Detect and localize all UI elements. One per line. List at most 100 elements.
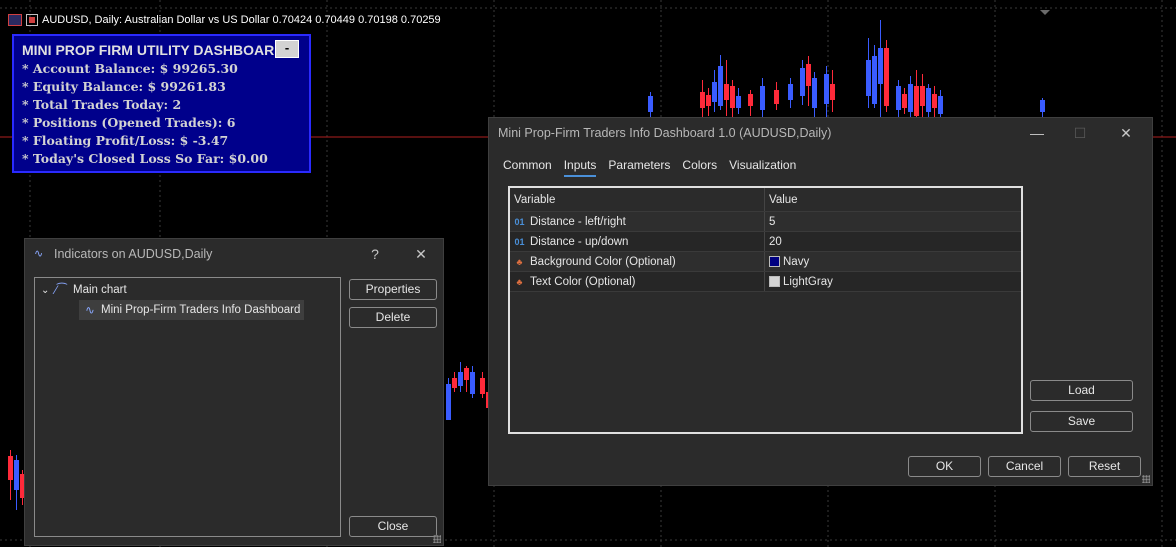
- candle-body: [748, 94, 753, 106]
- resize-grip[interactable]: [1142, 475, 1150, 483]
- load-button[interactable]: Load: [1030, 380, 1133, 401]
- candle-body: [724, 84, 729, 100]
- value-cell[interactable]: LightGray: [765, 272, 1021, 291]
- total-trades-line: * Total Trades Today: 2: [22, 97, 182, 112]
- resize-grip[interactable]: [433, 535, 441, 543]
- candle-body: [806, 64, 811, 86]
- indicators-dialog-title: Indicators on AUDUSD,Daily: [54, 247, 213, 261]
- candle-body: [920, 86, 925, 106]
- value-text: Navy: [783, 255, 810, 268]
- candle-body: [872, 56, 877, 104]
- tree-item-main-chart[interactable]: ⌄ ⁄⁀ Main chart: [41, 280, 127, 300]
- tab-parameters[interactable]: Parameters: [608, 158, 670, 177]
- indicator-icon: ∿: [34, 248, 44, 260]
- indicators-tree[interactable]: ⌄ ⁄⁀ Main chart ∿ Mini Prop-Firm Traders…: [34, 277, 341, 537]
- tab-common[interactable]: Common: [503, 158, 552, 177]
- candle-body: [866, 60, 871, 96]
- color-type-icon: ♣: [516, 276, 523, 287]
- save-button[interactable]: Save: [1030, 411, 1133, 432]
- candle-body: [648, 96, 653, 112]
- candle-body: [464, 368, 469, 380]
- properties-button[interactable]: Properties: [349, 279, 437, 300]
- candle-body: [480, 378, 485, 394]
- color-type-icon: ♣: [516, 256, 523, 267]
- chevron-down-icon[interactable]: ⌄: [41, 285, 55, 296]
- variable-cell: ♣ Text Color (Optional): [510, 272, 765, 291]
- candle-body: [908, 84, 913, 112]
- properties-dialog-title: Mini Prop-Firm Traders Info Dashboard 1.…: [498, 126, 832, 140]
- table-header: Variable Value: [510, 188, 1021, 212]
- close-icon[interactable]: ✕: [1106, 118, 1146, 148]
- candle-body: [470, 372, 475, 394]
- header-variable[interactable]: Variable: [510, 188, 765, 211]
- candle-body: [938, 96, 943, 114]
- prop-firm-dashboard: MINI PROP FIRM UTILITY DASHBOARD - * Acc…: [12, 34, 311, 173]
- table-row[interactable]: ♣ Background Color (Optional) Navy: [510, 252, 1021, 272]
- floating-pl-line: * Floating Profit/Loss: $ -3.47: [22, 133, 229, 148]
- candle-body: [800, 68, 805, 96]
- indicator-icon: ∿: [85, 305, 95, 317]
- dashboard-title: MINI PROP FIRM UTILITY DASHBOARD: [22, 42, 285, 58]
- candle-body: [902, 94, 907, 108]
- ok-button[interactable]: OK: [908, 456, 981, 477]
- chart-menu-icon[interactable]: [8, 14, 22, 26]
- tree-item-dashboard-indicator[interactable]: ∿ Mini Prop-Firm Traders Info Dashboard: [79, 300, 305, 320]
- candle-body: [458, 372, 463, 386]
- candle-body: [14, 460, 19, 490]
- candle-body: [812, 78, 817, 108]
- candle-body: [718, 66, 723, 106]
- close-button[interactable]: Close: [349, 516, 437, 537]
- candle-body: [788, 84, 793, 100]
- tree-item-dashboard-label: Mini Prop-Firm Traders Info Dashboard: [101, 304, 301, 316]
- value-cell[interactable]: 5: [765, 212, 1021, 231]
- value-text: LightGray: [783, 275, 833, 288]
- candle-body: [446, 384, 451, 420]
- tab-visualization[interactable]: Visualization: [729, 158, 796, 177]
- positions-line: * Positions (Opened Trades): 6: [22, 115, 236, 130]
- color-swatch: [769, 276, 780, 287]
- table-row[interactable]: 01 Distance - left/right 5: [510, 212, 1021, 232]
- reset-button[interactable]: Reset: [1068, 456, 1141, 477]
- candle-body: [774, 90, 779, 104]
- indicator-properties-dialog: Mini Prop-Firm Traders Info Dashboard 1.…: [488, 117, 1153, 486]
- equity-balance-line: * Equity Balance: $ 99261.83: [22, 79, 226, 94]
- minimize-icon[interactable]: —: [1017, 118, 1057, 148]
- value-text: 20: [769, 235, 782, 248]
- dashboard-minimize-button[interactable]: -: [275, 40, 299, 58]
- header-value[interactable]: Value: [765, 188, 1021, 211]
- variable-label: Distance - up/down: [530, 235, 629, 248]
- tab-inputs[interactable]: Inputs: [563, 158, 597, 177]
- candle-body: [452, 378, 457, 388]
- candle-body: [706, 95, 711, 106]
- chart-shift-marker: [1040, 10, 1050, 15]
- candle-body: [878, 48, 883, 84]
- maximize-icon: ☐: [1073, 124, 1087, 141]
- integer-type-icon: 01: [514, 236, 525, 247]
- candle-body: [760, 86, 765, 110]
- chart-window-icon[interactable]: [26, 14, 38, 26]
- cancel-button[interactable]: Cancel: [988, 456, 1061, 477]
- table-row[interactable]: 01 Distance - up/down 20: [510, 232, 1021, 252]
- close-icon[interactable]: ✕: [401, 239, 441, 269]
- candle-body: [896, 86, 901, 110]
- tab-colors[interactable]: Colors: [682, 158, 717, 177]
- candle-body: [700, 92, 705, 108]
- inputs-table: Variable Value 01 Distance - left/right 5 0…: [508, 186, 1023, 434]
- candle-body: [884, 48, 889, 106]
- variable-label: Background Color (Optional): [530, 255, 676, 268]
- tab-bar: Common Inputs Parameters Colors Visualiz…: [503, 158, 796, 177]
- candle-body: [824, 74, 829, 104]
- chart-symbol-info: AUDUSD, Daily: Australian Dollar vs US D…: [42, 14, 441, 26]
- help-icon[interactable]: ?: [355, 239, 395, 269]
- value-text: 5: [769, 215, 776, 228]
- candle-body: [712, 82, 717, 102]
- table-row[interactable]: ♣ Text Color (Optional) LightGray: [510, 272, 1021, 292]
- value-cell[interactable]: 20: [765, 232, 1021, 251]
- delete-button[interactable]: Delete: [349, 307, 437, 328]
- integer-type-icon: 01: [514, 216, 525, 227]
- candle-body: [926, 88, 931, 112]
- color-swatch: [769, 256, 780, 267]
- value-cell[interactable]: Navy: [765, 252, 1021, 271]
- candle-body: [8, 456, 13, 480]
- candle-body: [1040, 100, 1045, 112]
